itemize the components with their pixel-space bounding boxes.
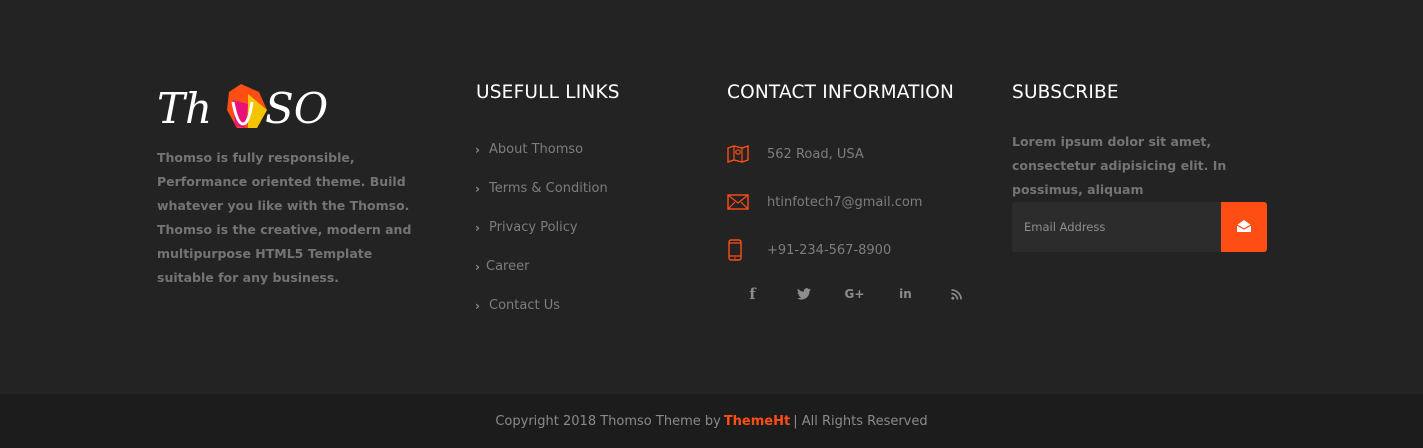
copyright-suffix: | All Rights Reserved <box>793 413 928 429</box>
chevron-right-icon: › <box>475 259 480 274</box>
link-label: Terms & Condition <box>489 181 608 196</box>
contact-list: 562 Road, USA htinfotech7@gmail.com +91-… <box>727 130 922 274</box>
link-label: Contact Us <box>489 298 560 313</box>
contact-phone[interactable]: +91-234-567-8900 <box>727 226 922 274</box>
contact-address: 562 Road, USA <box>727 130 922 178</box>
subscribe-text: Lorem ipsum dolor sit amet, consectetur … <box>1012 134 1227 197</box>
google-plus-icon[interactable]: G+ <box>829 280 880 308</box>
linkedin-icon[interactable]: in <box>880 280 931 308</box>
subscribe-form <box>1012 202 1267 252</box>
email-address-input[interactable] <box>1012 202 1221 252</box>
chevron-right-icon: › <box>475 181 480 196</box>
contact-email[interactable]: htinfotech7@gmail.com <box>727 178 922 226</box>
chevron-right-icon: › <box>475 142 480 157</box>
link-career[interactable]: › Career <box>475 247 608 286</box>
copyright-bar: Copyright 2018 Thomso Theme by ThemeHt |… <box>0 394 1423 448</box>
facebook-icon[interactable]: f <box>727 280 778 308</box>
twitter-icon[interactable] <box>778 280 829 308</box>
footer-main: Th SO Thomso is fully responsible, Perfo… <box>0 0 1423 394</box>
link-label: Privacy Policy <box>489 220 578 235</box>
link-label: Career <box>486 259 530 274</box>
address-text: 562 Road, USA <box>767 146 864 162</box>
themeht-link[interactable]: ThemeHt <box>724 414 790 429</box>
link-about[interactable]: › About Thomso <box>475 130 608 169</box>
useful-links-heading: USEFULL LINKS <box>476 82 620 103</box>
envelope-open-icon <box>1236 219 1252 236</box>
subscribe-heading: SUBSCRIBE <box>1012 82 1119 103</box>
social-links: f G+ in <box>727 280 982 308</box>
link-privacy[interactable]: › Privacy Policy <box>475 208 608 247</box>
logo-text-right: SO <box>265 84 328 132</box>
envelope-icon <box>727 190 767 214</box>
rss-icon[interactable] <box>931 280 982 308</box>
about-text: Thomso is fully responsible, Performance… <box>157 150 412 285</box>
contact-heading: CONTACT INFORMATION <box>727 82 955 103</box>
phone-icon <box>727 238 767 262</box>
thomso-logo[interactable]: Th SO <box>157 80 337 133</box>
useful-links-list: › About Thomso › Terms & Condition › Privac… <box>475 130 608 325</box>
subscribe-button[interactable] <box>1221 202 1267 252</box>
copyright-prefix: Copyright 2018 Thomso Theme by <box>495 413 721 429</box>
chevron-right-icon: › <box>475 298 480 313</box>
chevron-right-icon: › <box>475 220 480 235</box>
phone-text: +91-234-567-8900 <box>767 242 892 258</box>
link-label: About Thomso <box>489 142 584 157</box>
map-icon <box>727 142 767 166</box>
email-text: htinfotech7@gmail.com <box>767 194 923 210</box>
link-terms[interactable]: › Terms & Condition <box>475 169 608 208</box>
logo-text-left: Th <box>157 84 212 132</box>
link-contact[interactable]: › Contact Us <box>475 286 608 325</box>
